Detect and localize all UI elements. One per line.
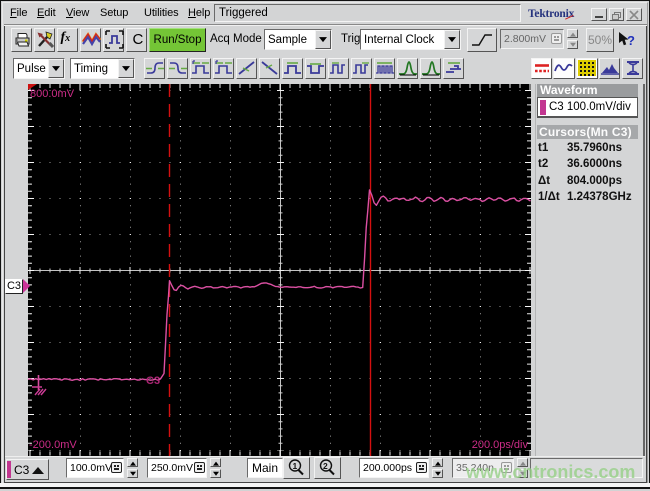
svg-text:-200.0mV: -200.0mV [29,439,77,451]
svg-text:?: ? [627,33,635,48]
svg-text:1: 1 [293,461,298,471]
svg-text:2: 2 [323,461,328,471]
svg-text:200.0ps/div: 200.0ps/div [472,439,529,451]
svg-text:C3: C3 [146,375,160,387]
svg-text:800.0mV: 800.0mV [30,88,75,100]
